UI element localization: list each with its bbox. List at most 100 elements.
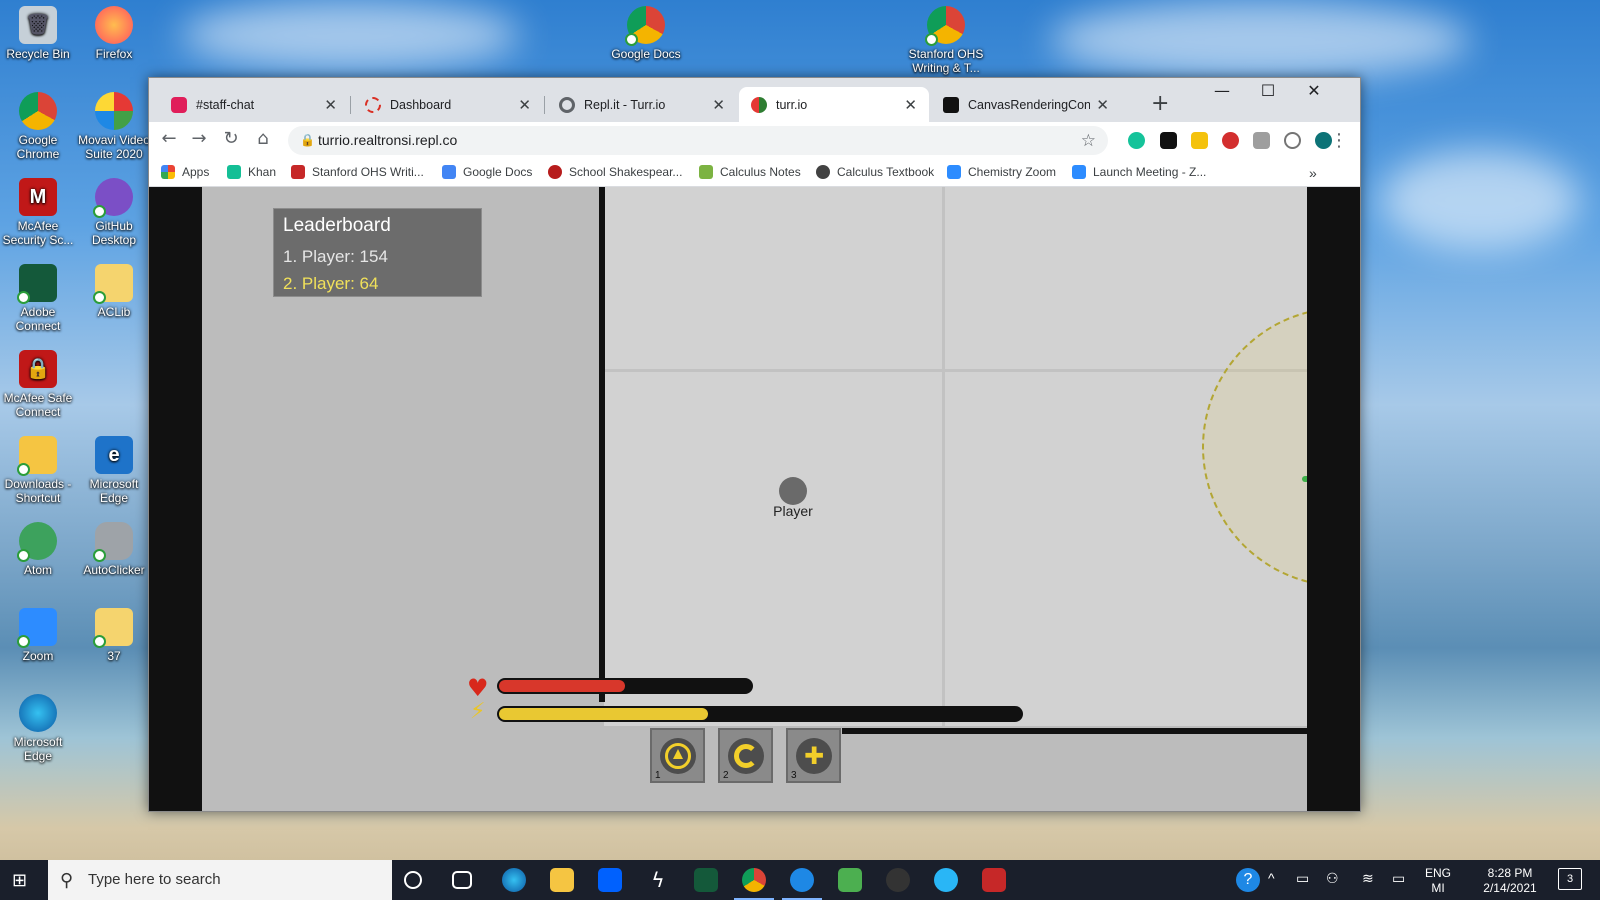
extension-icon[interactable] [1160,132,1177,149]
desktop-icon-label: Downloads - Shortcut [4,477,72,505]
github-icon [93,178,133,218]
home-button[interactable]: ⌂ [251,128,275,149]
tab-dashboard[interactable]: Dashboard ✕ [353,87,543,122]
bookmark-khan[interactable]: Khan [227,165,276,179]
minimize-button[interactable]: — [1199,81,1245,100]
hotbar-slot-2[interactable]: 2 [718,728,773,783]
energy-bar [497,706,1023,722]
bookmark-calculus-textbook[interactable]: Calculus Textbook [816,165,934,179]
clock[interactable]: 8:28 PM 2/14/2021 [1470,866,1550,896]
address-bar[interactable]: 🔒 turrio.realtronsi.repl.co ☆ [288,126,1108,155]
back-button[interactable]: ← [157,128,181,149]
grammarly-extension-icon[interactable] [1128,132,1145,149]
bookmark-star-icon[interactable]: ☆ [1081,126,1096,155]
bookmark-shakespeare[interactable]: School Shakespear... [548,165,682,179]
tab-replit[interactable]: Repl.it - Turr.io ✕ [547,87,737,122]
people-icon[interactable]: ⚇ [1326,870,1339,887]
adblock-extension-icon[interactable] [1222,132,1239,149]
desktop-icon-firefox[interactable]: Firefox [76,6,152,61]
tab-turrio[interactable]: turr.io ✕ [739,87,929,122]
wifi-icon[interactable]: ≋ [1362,870,1374,887]
browser-menu-button[interactable]: ⋮ [1330,130,1348,151]
desktop-icon-github-desktop[interactable]: GitHub Desktop [76,178,152,247]
edge-icon[interactable] [502,868,526,892]
adobe-connect-icon[interactable] [694,868,718,892]
extension-icon[interactable] [1284,132,1301,149]
taskbar-search-box[interactable]: ⚲ Type here to search [48,860,392,900]
close-icon[interactable]: ✕ [712,96,725,114]
reload-button[interactable]: ↻ [219,128,243,149]
app-icon[interactable] [934,868,958,892]
help-icon[interactable]: ? [1236,868,1260,892]
close-window-button[interactable]: ✕ [1291,81,1337,100]
extension-r-icon[interactable] [1191,132,1208,149]
notifications-button[interactable]: 3 [1558,868,1582,890]
bookmarks-overflow-button[interactable]: » [1309,165,1317,181]
lightning-app-icon[interactable]: ϟ [646,868,670,892]
dropbox-icon[interactable] [598,868,622,892]
health-bar-fill [499,680,625,692]
desktop-icon-37[interactable]: 37 [76,608,152,663]
tab-staff-chat[interactable]: #staff-chat ✕ [159,87,349,122]
desktop-icon-mcafee-security[interactable]: M McAfee Security Sc... [0,178,76,247]
bookmark-apps[interactable]: Apps [161,165,209,179]
desktop-icon-downloads[interactable]: Downloads - Shortcut [0,436,76,505]
desktop-icon-mcafee-safe-connect[interactable]: 🔒 McAfee Safe Connect [0,350,76,419]
adobe-connect-icon [17,264,57,304]
bookmark-chemistry-zoom[interactable]: Chemistry Zoom [947,165,1056,179]
extension-icon[interactable] [1253,132,1270,149]
desktop-icon-microsoft-edge-legacy[interactable]: e Microsoft Edge [76,436,152,505]
meet-now-icon[interactable]: ▭ [1296,870,1309,887]
maximize-button[interactable]: ☐ [1245,81,1291,100]
file-explorer-icon[interactable] [550,868,574,892]
new-tab-button[interactable]: + [1151,91,1169,116]
game-canvas[interactable]: ✚ Player Leaderboard 1. Player: 154 2. P… [202,187,1307,811]
mouse-app-icon[interactable] [886,868,910,892]
battery-icon[interactable]: ▭ [1392,870,1405,887]
close-icon[interactable]: ✕ [518,96,531,114]
desktop-icon-atom[interactable]: Atom [0,522,76,577]
c-turret-icon [728,738,764,774]
bookmark-launch-meeting[interactable]: Launch Meeting - Z... [1072,165,1206,179]
chrome-icon [925,6,965,46]
language-indicator[interactable]: ENG MI [1422,866,1454,896]
cortana-icon[interactable] [404,871,422,889]
desktop-icon-movavi[interactable]: Movavi Video Suite 2020 [76,92,152,161]
desktop-icon-label: Zoom [22,649,54,663]
hotbar-slot-3[interactable]: ✚ 3 [786,728,841,783]
forward-button[interactable]: → [187,128,211,149]
task-view-icon[interactable] [452,871,472,889]
desktop-icon-recycle-bin[interactable]: 🗑 Recycle Bin [0,6,76,61]
minecraft-icon[interactable] [838,868,862,892]
close-icon[interactable]: ✕ [1096,96,1109,114]
mcafee-icon[interactable] [982,868,1006,892]
bookmark-google-docs[interactable]: Google Docs [442,165,532,179]
hotbar-key-label: 1 [655,770,661,781]
hotbar-key-label: 2 [723,770,729,781]
bookmark-stanford-ohs[interactable]: Stanford OHS Writi... [291,165,424,179]
lock-icon: 🔒 [300,133,315,147]
desktop-icon-aclib[interactable]: ACLib [76,264,152,319]
chrome-icon [625,6,665,46]
close-icon[interactable]: ✕ [324,96,337,114]
chrome-icon[interactable] [734,868,774,900]
chrome-icon [19,92,57,130]
bookmark-calculus-notes[interactable]: Calculus Notes [699,165,801,179]
desktop-icon-autoclicker[interactable]: AutoClicker [76,522,152,577]
hotbar-slot-1[interactable]: 1 [650,728,705,783]
close-icon[interactable]: ✕ [904,96,917,114]
desktop-icon-stanford-ohs[interactable]: Stanford OHS Writing & T... [908,6,984,75]
desktop-icon-microsoft-edge[interactable]: Microsoft Edge [0,694,76,763]
bookmark-label: Google Docs [463,165,533,179]
bookmark-label: Chemistry Zoom [968,165,1057,179]
chevron-up-icon[interactable]: ^ [1268,870,1275,886]
hotbar-key-label: 3 [791,770,797,781]
skype-icon[interactable] [782,868,822,900]
tab-canvas-rendering[interactable]: CanvasRenderingContext ✕ [931,87,1121,122]
desktop-icon-adobe-connect[interactable]: Adobe Connect [0,264,76,333]
desktop-icon-google-chrome[interactable]: Google Chrome [0,92,76,161]
bookmark-label: Launch Meeting - Z... [1093,165,1207,179]
desktop-icon-google-docs[interactable]: Google Docs [608,6,684,61]
windows-start-icon[interactable]: ⊞ [12,870,27,891]
desktop-icon-zoom[interactable]: Zoom [0,608,76,663]
